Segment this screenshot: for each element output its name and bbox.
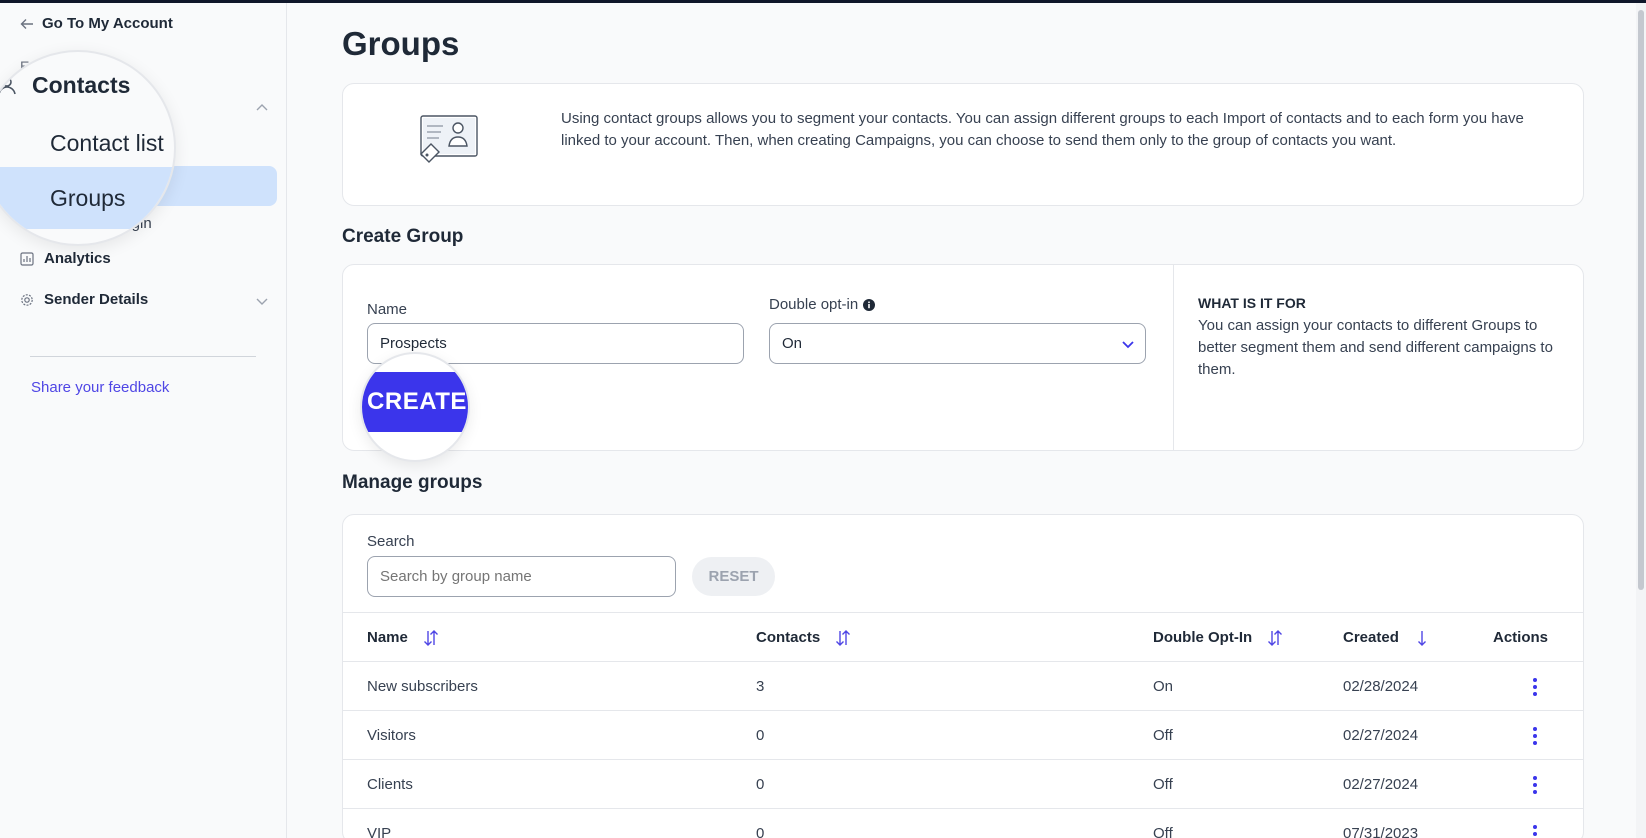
- page-title: Groups: [342, 25, 460, 62]
- column-actions-label: Actions: [1493, 629, 1549, 646]
- info-icon[interactable]: [863, 298, 876, 311]
- cell-name: New subscribers: [367, 678, 478, 695]
- search-input[interactable]: [367, 556, 676, 597]
- column-header-contacts[interactable]: Contacts: [756, 613, 852, 662]
- double-optin-label: Double opt-in: [769, 296, 876, 313]
- cell-contacts: 3: [756, 678, 765, 695]
- sidebar-item-analytics[interactable]: Analytics: [20, 250, 111, 267]
- cell-created: 02/28/2024: [1343, 678, 1419, 695]
- sidebar-item-analytics-label: Analytics: [44, 250, 111, 267]
- what-is-it-for-panel: WHAT IS IT FOR You can assign your conta…: [1173, 265, 1583, 450]
- more-actions-icon[interactable]: [1532, 677, 1538, 697]
- contacts-icon: [0, 77, 16, 95]
- more-actions-icon[interactable]: [1532, 775, 1538, 795]
- column-optin-label: Double Opt-In: [1153, 629, 1253, 646]
- sidebar-item-groups[interactable]: Groups: [50, 185, 125, 212]
- groups-table: Name Contacts Double Opt-In Created Acti…: [343, 612, 1583, 838]
- sidebar-item-sender-details-label: Sender Details: [44, 291, 149, 308]
- what-is-it-for-title: WHAT IS IT FOR: [1198, 295, 1306, 311]
- cell-contacts: 0: [756, 825, 765, 838]
- cell-optin: On: [1153, 678, 1174, 695]
- cell-created: 02/27/2024: [1343, 727, 1419, 744]
- cell-optin: Off: [1153, 825, 1173, 838]
- table-row: VIP 0 Off 07/31/2023: [343, 808, 1583, 838]
- cell-name: VIP: [367, 825, 392, 838]
- main-content: Groups Using contact groups allows you t…: [287, 3, 1646, 838]
- chevron-up-icon[interactable]: [255, 101, 269, 115]
- sort-icon[interactable]: [834, 629, 852, 647]
- reset-button[interactable]: RESET: [692, 557, 775, 596]
- create-group-title: Create Group: [342, 226, 464, 247]
- double-optin-select[interactable]: On: [769, 323, 1146, 364]
- sidebar-section-contacts[interactable]: Contacts: [32, 72, 130, 99]
- cell-contacts: 0: [756, 776, 765, 793]
- sidebar: Go To My Account E lugin Analytics Sende…: [0, 3, 287, 838]
- zoom-magnifier-sidebar: Contacts Contact list Groups: [0, 50, 176, 246]
- column-contacts-label: Contacts: [756, 629, 821, 646]
- create-group-card: Name Double opt-in On CREATE WHAT IS IT …: [342, 264, 1584, 462]
- go-to-my-account-label: Go To My Account: [42, 15, 173, 32]
- sort-icon[interactable]: [1266, 629, 1284, 647]
- analytics-icon: [20, 251, 34, 266]
- info-card: Using contact groups allows you to segme…: [342, 83, 1584, 206]
- cell-name: Clients: [367, 776, 413, 793]
- column-name-label: Name: [367, 629, 408, 646]
- sort-desc-icon[interactable]: [1413, 629, 1431, 647]
- groups-description: Using contact groups allows you to segme…: [561, 110, 1524, 149]
- cell-optin: Off: [1153, 776, 1173, 793]
- sort-icon[interactable]: [422, 629, 440, 647]
- table-row: New subscribers 3 On 02/28/2024: [343, 661, 1583, 710]
- double-optin-label-text: Double opt-in: [769, 296, 859, 313]
- manage-groups-card: Search RESET Name Contacts Double Opt-In…: [342, 514, 1584, 838]
- column-header-name[interactable]: Name: [367, 613, 440, 662]
- column-created-label: Created: [1343, 629, 1399, 646]
- table-header-row: Name Contacts Double Opt-In Created Acti…: [343, 612, 1583, 661]
- page-scrollbar-thumb[interactable]: [1638, 10, 1644, 590]
- cell-created: 02/27/2024: [1343, 776, 1419, 793]
- sidebar-item-sender-details[interactable]: Sender Details: [20, 291, 280, 308]
- zoom-magnifier-create: CREATE: [360, 352, 470, 462]
- column-header-actions: Actions: [1493, 613, 1548, 662]
- cell-contacts: 0: [756, 727, 765, 744]
- gear-icon: [21, 293, 33, 306]
- table-row: Clients 0 Off 02/27/2024: [343, 759, 1583, 808]
- create-button[interactable]: CREATE: [362, 372, 468, 432]
- more-actions-icon[interactable]: [1532, 726, 1538, 746]
- sidebar-item-contact-list[interactable]: Contact list: [50, 130, 164, 157]
- double-optin-selected-value: On: [782, 335, 803, 352]
- contact-card-illustration-icon: [420, 115, 478, 163]
- arrow-left-icon: [20, 18, 33, 29]
- column-header-double-optin[interactable]: Double Opt-In: [1153, 613, 1284, 662]
- chevron-down-icon[interactable]: [255, 294, 269, 308]
- manage-groups-title: Manage groups: [342, 472, 483, 493]
- share-feedback-link[interactable]: Share your feedback: [31, 379, 169, 396]
- what-is-it-for-text: You can assign your contacts to differen…: [1198, 317, 1553, 378]
- cell-created: 07/31/2023: [1343, 825, 1419, 838]
- go-to-my-account-link[interactable]: Go To My Account: [20, 15, 173, 32]
- name-field-label: Name: [367, 301, 407, 318]
- search-label-text: Search: [367, 533, 415, 550]
- more-actions-icon[interactable]: [1532, 824, 1538, 838]
- name-label-text: Name: [367, 301, 408, 318]
- chevron-down-icon: [1122, 341, 1134, 349]
- sidebar-divider: [30, 356, 256, 357]
- column-header-created[interactable]: Created: [1343, 613, 1431, 662]
- table-row: Visitors 0 Off 02/27/2024: [343, 710, 1583, 759]
- cell-name: Visitors: [367, 727, 416, 744]
- cell-optin: Off: [1153, 727, 1173, 744]
- search-label: Search: [367, 533, 415, 550]
